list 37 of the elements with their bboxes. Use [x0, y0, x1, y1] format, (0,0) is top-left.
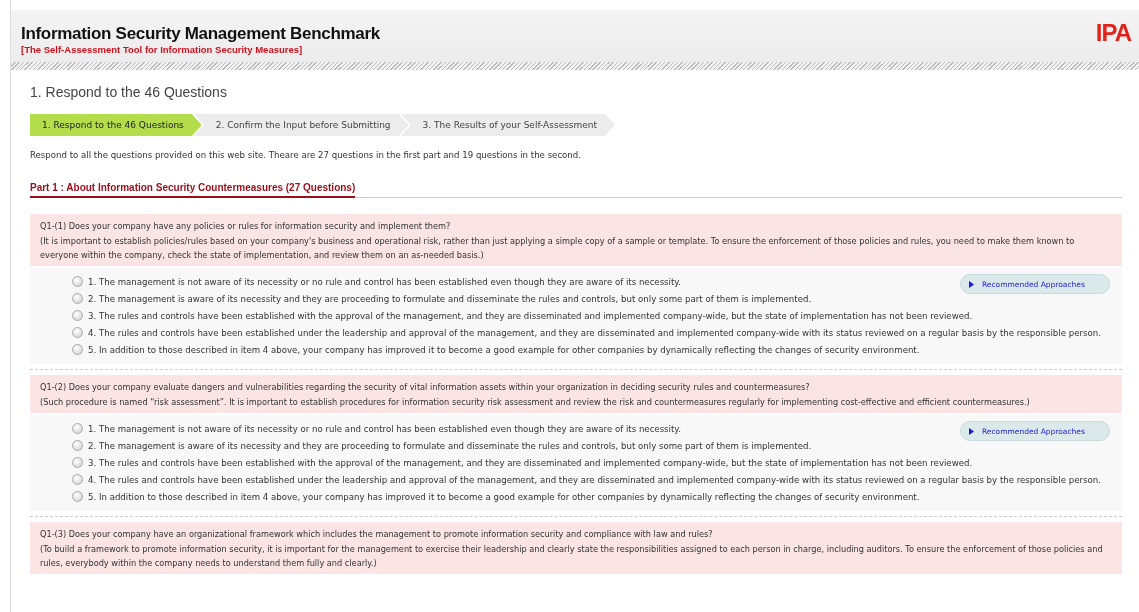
radio-button[interactable] [72, 423, 83, 434]
radio-button[interactable] [72, 440, 83, 451]
answer-option[interactable]: 4. The rules and controls have been established under the leadership and approval of the management, and they are disseminated and implemented company-wide with its status reviewed on a regular basis by the responsible person. [88, 474, 1101, 485]
play-icon [969, 427, 974, 435]
step-tab[interactable]: 2. Confirm the Input before Submitting [193, 114, 409, 136]
answer-option[interactable]: 5. In addition to those described in item 4 above, your company has improved it to become a good example for other companies by dynamically reflecting the changes of security environment. [88, 344, 920, 355]
answer-option[interactable]: 3. The rules and controls have been established with the approval of the management, and they are disseminated and implemented company-wide, but the state of implementation has not been reviewed. [88, 310, 973, 321]
answer-option[interactable]: 1. The management is not aware of its necessity or no rule and control has been established even though they are aware of its necessity. [88, 276, 681, 287]
step-tab[interactable]: 1. Respond to the 46 Questions [30, 114, 202, 136]
answer-option[interactable]: 4. The rules and controls have been established under the leadership and approval of the management, and they are disseminated and implemented company-wide with its status reviewed on a regular basis by the responsible person. [88, 327, 1101, 338]
question-text: Q1-(3) Does your company have an organizational framework which includes the management to promote information security and compliance with law and rules? [40, 528, 714, 541]
question-note: (To build a framework to promote information security, it is important for the management to exercise their leadership and clearly state the responsibilities assigned to each person in charge, including auditors. To ensure the enforcement of those policies and rules, everybody within the company needs to understand them fully and clearly.) [40, 543, 1104, 570]
question-note: (Such procedure is named “risk assessment”. It is important to establish procedures for information security risk assessment and review the risk and countermeasures regularly for implementing cost-effective and efficient countermeasures.) [40, 396, 1031, 409]
site-subtitle: [The Self-Assessment Tool for Information Security Measures] [21, 44, 304, 55]
radio-button[interactable] [72, 457, 83, 468]
radio-button[interactable] [72, 344, 83, 355]
question-text: Q1-(1) Does your company have any policies or rules for information security and implement them? [40, 220, 452, 233]
question-note: (It is important to establish policies/rules based on your company's business and operational risk, rather than just applying a simple copy of a sample or template. To ensure the enforcement of those policies and rules, you need to make them known to everyone within the company, check the state of implementation, and review them on an as-needed basis.) [40, 235, 1076, 262]
intro-text: Respond to all the questions provided on this web site. Theare are 27 questions in the first part and 19 questions in the second. [30, 150, 582, 160]
radio-button[interactable] [72, 310, 83, 321]
radio-button[interactable] [72, 327, 83, 338]
question-text: Q1-(2) Does your company evaluate dangers and vulnerabilities regarding the security of vital information assets within your organization in deciding security rules and countermeasures? [40, 381, 811, 394]
answer-option[interactable]: 2. The management is aware of its necessity and they are proceeding to formulate and disseminate the rules and controls, but only some part of them is implemented. [88, 293, 812, 304]
radio-button[interactable] [72, 474, 83, 485]
answer-option[interactable]: 5. In addition to those described in item 4 above, your company has improved it to become a good example for other companies by dynamically reflecting the changes of security environment. [88, 491, 920, 502]
answer-option[interactable]: 3. The rules and controls have been established with the approval of the management, and they are disseminated and implemented company-wide, but the state of implementation has not been reviewed. [88, 457, 973, 468]
radio-button[interactable] [72, 276, 83, 287]
play-icon [969, 280, 974, 288]
answer-option[interactable]: 1. The management is not aware of its necessity or no rule and control has been established even though they are aware of its necessity. [88, 423, 681, 434]
site-title: Information Security Management Benchmark [21, 24, 380, 44]
page-title: 1. Respond to the 46 Questions [30, 84, 228, 100]
answer-option[interactable]: 2. The management is aware of its necessity and they are proceeding to formulate and disseminate the rules and controls, but only some part of them is implemented. [88, 440, 812, 451]
radio-button[interactable] [72, 491, 83, 502]
part-heading: Part 1 : About Information Security Countermeasures (27 Questions) [30, 182, 356, 198]
step-tab[interactable]: 3. The Results of your Self-Assessment [400, 114, 616, 136]
radio-button[interactable] [72, 293, 83, 304]
logo: IPA [1095, 18, 1131, 47]
